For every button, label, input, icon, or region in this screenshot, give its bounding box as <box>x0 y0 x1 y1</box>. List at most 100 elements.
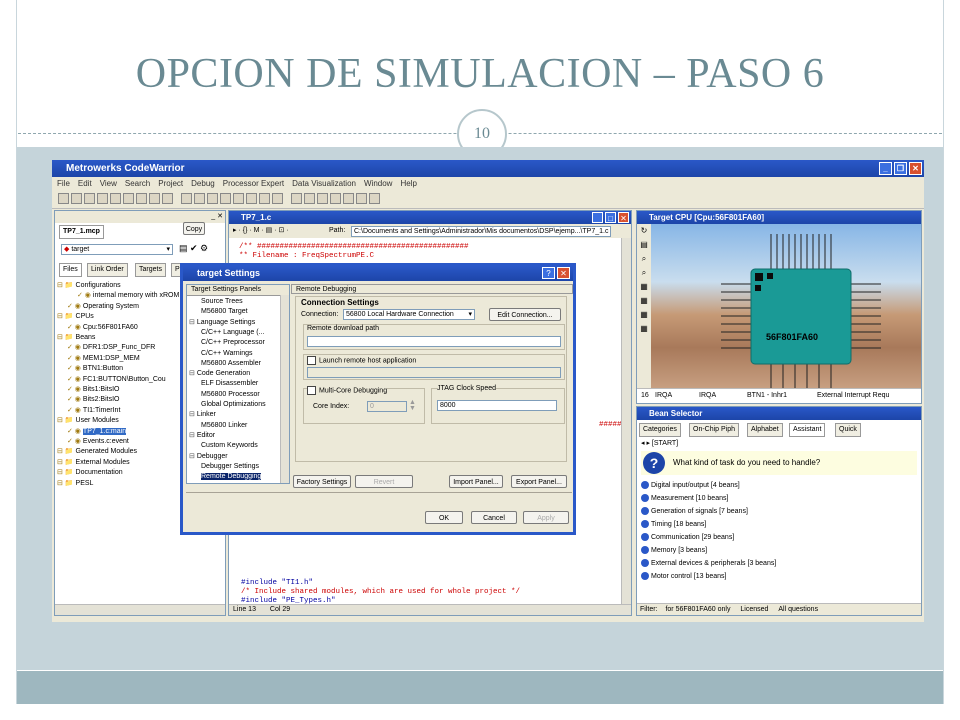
apply-button[interactable]: Apply <box>523 511 569 524</box>
editor-maximize-button[interactable]: □ <box>605 212 616 223</box>
bean-start[interactable]: ◂ ▸ [START] <box>641 439 678 447</box>
target-tools-icons[interactable]: ▤ ✔ ⚙ <box>179 243 208 254</box>
project-tab[interactable]: TP7_1.mcp <box>59 225 104 239</box>
settings-panel-item[interactable]: ⊟ Editor <box>189 431 215 440</box>
bean-tab-quick[interactable]: Quick <box>835 423 861 437</box>
path-field[interactable]: C:\Documents and Settings\Administrador\… <box>351 226 611 237</box>
function-popup-icon[interactable]: ▸ · {} · M · ▤ · ⊡ · <box>233 227 289 234</box>
menu-edit[interactable]: Edit <box>78 179 92 188</box>
editor-vscrollbar[interactable] <box>621 238 631 605</box>
menu-view[interactable]: View <box>100 179 117 188</box>
settings-panel-item[interactable]: ⊟ Linker <box>189 410 216 419</box>
export-panel-button[interactable]: Export Panel... <box>511 475 567 488</box>
import-panel-button[interactable]: Import Panel... <box>449 475 503 488</box>
tree-item[interactable]: ✓ ◉ BTN1:Button <box>67 364 123 373</box>
multicore-checkbox[interactable]: Multi-Core Debugging <box>307 386 388 395</box>
settings-panel-item[interactable]: M56800 Linker <box>201 421 247 430</box>
project-hscrollbar[interactable] <box>55 604 225 615</box>
settings-panel-item[interactable]: C/C++ Language (... <box>201 328 264 337</box>
settings-panel-item[interactable]: C/C++ Preprocessor <box>201 338 265 347</box>
toolbar-button-icon[interactable] <box>304 193 315 204</box>
toolbar-button-icon[interactable] <box>233 193 244 204</box>
tree-item[interactable]: ⊟ 📁 User Modules <box>57 416 119 425</box>
tree-item[interactable]: ⊟ 📁 Configurations <box>57 281 121 290</box>
revert-button[interactable]: Revert <box>355 475 413 488</box>
edit-connection-button[interactable]: Edit Connection... <box>489 308 561 321</box>
tree-item[interactable]: ⊟ 📁 PESL <box>57 479 93 488</box>
licensed-toggle[interactable]: Licensed <box>740 606 768 613</box>
toolbar-button-icon[interactable] <box>123 193 134 204</box>
menu-processor-expert[interactable]: Processor Expert <box>223 179 284 188</box>
editor-close-button[interactable]: ✕ <box>618 212 629 223</box>
toolbar-button-icon[interactable] <box>330 193 341 204</box>
menu-search[interactable]: Search <box>125 179 150 188</box>
toolbar-button-icon[interactable] <box>149 193 160 204</box>
bean-category-item[interactable]: Measurement [10 beans] <box>641 494 728 503</box>
tree-item[interactable]: ✓ ◉ TP7_1.c:main <box>67 427 127 436</box>
settings-panel-item[interactable]: Remote Debugging <box>201 472 262 481</box>
connection-select[interactable]: 56800 Local Hardware Connection ▾ <box>343 309 475 320</box>
bean-category-item[interactable]: Communication [29 beans] <box>641 533 734 542</box>
tree-item[interactable]: ⊟ 📁 Generated Modules <box>57 447 137 456</box>
settings-panel-item[interactable]: Source Trees <box>201 297 243 306</box>
toolbar-button-icon[interactable] <box>356 193 367 204</box>
tree-item[interactable]: ⊟ 📁 Beans <box>57 333 95 342</box>
tree-item[interactable]: ⊟ 📁 CPUs <box>57 312 94 321</box>
settings-panel-item[interactable]: ELF Disassembler <box>201 379 258 388</box>
tree-item[interactable]: ✓ ◉ MEM1:DSP_MEM <box>67 354 140 363</box>
toolbar-button-icon[interactable] <box>162 193 173 204</box>
toolbar-button-icon[interactable] <box>58 193 69 204</box>
toolbar-button-icon[interactable] <box>369 193 380 204</box>
target-select[interactable]: ◆ target ▾ <box>61 244 173 255</box>
settings-panel-item[interactable]: ⊟ Code Generation <box>189 369 250 378</box>
all-questions-toggle[interactable]: All questions <box>778 606 818 613</box>
project-tab-link-order[interactable]: Link Order <box>87 263 128 277</box>
cancel-button[interactable]: Cancel <box>471 511 517 524</box>
bean-category-item[interactable]: Motor control [13 beans] <box>641 572 727 581</box>
settings-panel-item[interactable]: ⊟ Language Settings <box>189 318 255 327</box>
menu-project[interactable]: Project <box>158 179 183 188</box>
panels-scrollbar[interactable] <box>280 295 289 483</box>
bean-tab-on-chip-piph[interactable]: On-Chip Piph <box>689 423 740 437</box>
toolbar-button-icon[interactable] <box>259 193 270 204</box>
dialog-close-button[interactable]: ✕ <box>557 267 570 279</box>
tree-item[interactable]: ✓ ◉ TI1:TimerInt <box>67 406 120 415</box>
bean-tab-alphabet[interactable]: Alphabet <box>747 423 783 437</box>
bean-category-item[interactable]: External devices & peripherals [3 beans] <box>641 559 776 568</box>
menu-data-visualization[interactable]: Data Visualization <box>292 179 356 188</box>
bean-category-item[interactable]: Memory [3 beans] <box>641 546 707 555</box>
tree-item[interactable]: ✓ ◉ DFR1:DSP_Func_DFR <box>67 343 155 352</box>
bean-category-item[interactable]: Digital input/output [4 beans] <box>641 481 740 490</box>
cpu-view-toolbar[interactable]: ↻ ▤ ⌕ ⌕ ▦ ▦ ▦ ▦ <box>637 224 651 389</box>
menu-help[interactable]: Help <box>400 179 416 188</box>
toolbar-button-icon[interactable] <box>207 193 218 204</box>
toolbar-button-icon[interactable] <box>246 193 257 204</box>
panel-close-icon[interactable]: _ ✕ <box>211 212 223 220</box>
tree-item[interactable]: ✓ ◉ internal memory with xROM <box>77 291 179 300</box>
close-button[interactable]: ✕ <box>909 162 922 175</box>
settings-panel-item[interactable]: M56800 Assembler <box>201 359 261 368</box>
tree-item[interactable]: ✓ ◉ Bits2:BitsIO <box>67 395 120 404</box>
settings-panel-item[interactable]: Debugger Settings <box>201 462 259 471</box>
toolbar-button-icon[interactable] <box>194 193 205 204</box>
project-tab-targets[interactable]: Targets <box>135 263 166 277</box>
tree-item[interactable]: ⊟ 📁 Documentation <box>57 468 123 477</box>
filter-value[interactable]: for 56F801FA60 only <box>665 606 730 613</box>
menu-window[interactable]: Window <box>364 179 392 188</box>
toolbar-button-icon[interactable] <box>136 193 147 204</box>
toolbar-button-icon[interactable] <box>71 193 82 204</box>
settings-panel-item[interactable]: ⊟ Debugger <box>189 452 228 461</box>
minimize-button[interactable]: _ <box>879 162 892 175</box>
restore-button[interactable]: ❐ <box>894 162 907 175</box>
settings-panel-item[interactable]: C/C++ Warnings <box>201 349 252 358</box>
toolbar-button-icon[interactable] <box>220 193 231 204</box>
toolbar-button-icon[interactable] <box>84 193 95 204</box>
menu-debug[interactable]: Debug <box>191 179 215 188</box>
tree-item[interactable]: ✓ ◉ Events.c:event <box>67 437 129 446</box>
bean-category-item[interactable]: Generation of signals [7 beans] <box>641 507 748 516</box>
editor-minimize-button[interactable]: _ <box>592 212 603 223</box>
toolbar-button-icon[interactable] <box>343 193 354 204</box>
project-tab-files[interactable]: Files <box>59 263 82 277</box>
jtag-speed-input[interactable]: 8000 <box>437 400 557 411</box>
settings-panel-item[interactable]: M56800 Processor <box>201 390 260 399</box>
